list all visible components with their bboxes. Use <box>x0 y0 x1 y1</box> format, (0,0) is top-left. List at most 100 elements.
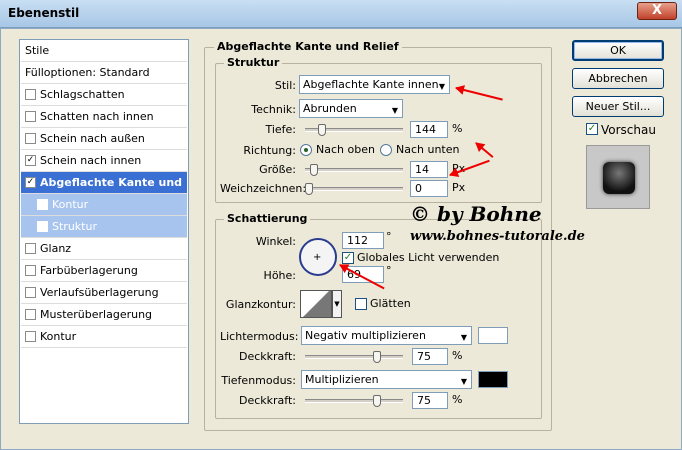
watermark-copyright: © by Bohne <box>410 202 542 226</box>
highlight-color-swatch[interactable] <box>478 327 508 344</box>
style-checkbox[interactable] <box>25 331 36 342</box>
tiefe-input[interactable]: 144 <box>410 121 448 138</box>
style-item-label: Fülloptionen: Standard <box>25 66 150 79</box>
cancel-button[interactable]: Abbrechen <box>572 68 664 89</box>
style-list-item[interactable]: Glanz <box>21 238 187 260</box>
style-checkbox[interactable] <box>25 89 36 100</box>
style-checkbox[interactable] <box>25 265 36 276</box>
technik-dropdown[interactable]: Abrunden ▼ <box>299 99 403 118</box>
preview-checkbox[interactable]: ✓ <box>586 123 598 135</box>
deckkraft2-label: Deckkraft: <box>239 394 296 407</box>
style-checkbox[interactable] <box>25 243 36 254</box>
deckkraft2-input[interactable]: 75 <box>412 392 448 409</box>
technik-value: Abrunden <box>303 102 357 115</box>
style-list-header[interactable]: Stile <box>21 40 187 62</box>
winkel-input[interactable]: 112 <box>342 232 384 249</box>
preview-swatch <box>603 162 635 194</box>
tiefe-unit: % <box>452 122 463 135</box>
style-list-item[interactable]: Schatten nach innen <box>21 106 187 128</box>
style-checkbox[interactable] <box>25 287 36 298</box>
style-item-label: Struktur <box>52 220 97 233</box>
shadow-color-swatch[interactable] <box>478 371 508 388</box>
ok-button[interactable]: OK <box>572 40 664 61</box>
style-list-item[interactable]: ✓Abgeflachte Kante und Relief <box>21 172 187 210</box>
weich-slider[interactable] <box>305 183 403 195</box>
weich-input[interactable]: 0 <box>410 180 448 197</box>
style-checkbox[interactable] <box>37 199 48 210</box>
style-checkbox[interactable] <box>25 133 36 144</box>
radio-nach-unten[interactable] <box>380 144 392 156</box>
tiefe-slider-thumb[interactable] <box>318 124 326 136</box>
style-list-header[interactable]: Fülloptionen: Standard <box>21 62 187 84</box>
style-checkbox[interactable]: ✓ <box>25 155 36 166</box>
deckkraft2-slider-thumb[interactable] <box>373 395 381 407</box>
groesse-input[interactable]: 14 <box>410 161 448 178</box>
style-list-item[interactable]: Struktur <box>21 216 187 238</box>
style-list-item[interactable]: Kontur <box>21 326 187 348</box>
chevron-down-icon: ▼ <box>438 82 445 91</box>
weich-label: Weichzeichnen: <box>220 182 307 195</box>
hoehe-label: Höhe: <box>263 269 296 282</box>
tiefe-slider[interactable] <box>305 124 403 136</box>
new-style-button[interactable]: Neuer Stil... <box>572 96 664 117</box>
lichtermodus-value: Negativ multiplizieren <box>305 329 426 342</box>
style-list-item[interactable]: Verlaufsüberlagerung <box>21 282 187 304</box>
tiefenmodus-value: Multiplizieren <box>305 373 379 386</box>
deckkraft1-slider-thumb[interactable] <box>373 351 381 363</box>
groesse-label: Größe: <box>259 163 296 176</box>
tiefe-label: Tiefe: <box>265 123 296 136</box>
nach-oben-label: Nach oben <box>316 143 375 156</box>
nach-unten-label: Nach unten <box>396 143 460 156</box>
style-list-item[interactable]: ✓ Schein nach innen <box>21 150 187 172</box>
style-list-item[interactable]: Kontur <box>21 194 187 216</box>
style-item-label: Schatten nach innen <box>40 110 154 123</box>
style-list-item[interactable]: Musterüberlagerung <box>21 304 187 326</box>
lichtermodus-dropdown[interactable]: Negativ multiplizieren ▼ <box>301 326 472 345</box>
close-button[interactable]: X <box>637 2 677 20</box>
gloss-contour-picker[interactable]: ▼ <box>332 290 342 318</box>
schattierung-title: Schattierung <box>224 212 311 225</box>
deckkraft1-input[interactable]: 75 <box>412 348 448 365</box>
deckkraft2-slider[interactable] <box>305 395 403 407</box>
title-bar <box>0 0 682 28</box>
winkel-label: Winkel: <box>255 235 296 248</box>
tiefenmodus-label: Tiefenmodus: <box>221 374 296 387</box>
stil-dropdown[interactable]: Abgeflachte Kante innen ▼ <box>299 75 450 94</box>
global-light-label: Globales Licht verwenden <box>357 251 500 264</box>
chevron-down-icon: ▼ <box>460 333 467 342</box>
window-title: Ebenenstil <box>8 6 80 20</box>
glaetten-checkbox[interactable] <box>355 298 367 310</box>
style-checkbox[interactable] <box>25 111 36 122</box>
section-title: Abgeflachte Kante und Relief <box>214 40 402 53</box>
style-list-item[interactable]: Schlagschatten <box>21 84 187 106</box>
style-item-label: Glanz <box>40 242 72 255</box>
groesse-slider-thumb[interactable] <box>310 164 318 176</box>
preview-label: Vorschau <box>601 123 656 137</box>
hoehe-unit: ° <box>386 264 392 277</box>
style-checkbox[interactable] <box>37 221 48 232</box>
radio-nach-oben[interactable] <box>300 144 312 156</box>
deckkraft1-slider[interactable] <box>305 351 403 363</box>
style-item-label: Stile <box>25 44 50 57</box>
stil-value: Abgeflachte Kante innen <box>303 78 439 91</box>
weich-slider-thumb[interactable] <box>305 183 313 195</box>
style-list-item[interactable]: Farbüberlagerung <box>21 260 187 282</box>
style-item-label: Musterüberlagerung <box>40 308 153 321</box>
style-checkbox[interactable]: ✓ <box>25 177 36 188</box>
struktur-title: Struktur <box>224 56 283 69</box>
technik-label: Technik: <box>251 103 296 116</box>
angle-dial[interactable]: + <box>299 238 337 276</box>
tiefenmodus-dropdown[interactable]: Multiplizieren ▼ <box>301 370 472 389</box>
style-list-item[interactable]: Schein nach außen <box>21 128 187 150</box>
style-checkbox[interactable] <box>25 309 36 320</box>
chevron-down-icon: ▼ <box>334 300 340 308</box>
gloss-contour-preview[interactable] <box>300 290 332 318</box>
deckkraft2-unit: % <box>452 393 463 406</box>
style-item-label: Schein nach außen <box>40 132 145 145</box>
style-item-label: Verlaufsüberlagerung <box>40 286 159 299</box>
groesse-slider[interactable] <box>305 164 403 176</box>
style-item-label: Kontur <box>40 330 77 343</box>
richtung-label: Richtung: <box>243 144 296 157</box>
style-item-label: Kontur <box>52 198 89 211</box>
stil-label: Stil: <box>274 79 296 92</box>
